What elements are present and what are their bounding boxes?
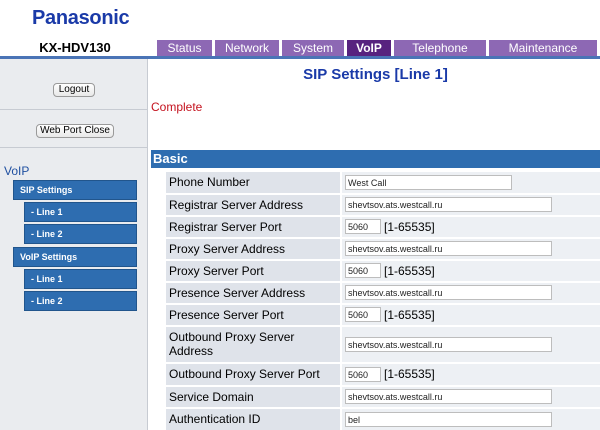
outbound-proxy-server-address-field[interactable]	[345, 337, 552, 352]
port-range-hint: [1-65535]	[384, 367, 435, 381]
sidebar-item-sip-line-2[interactable]: - Line 2	[24, 224, 137, 244]
sidebar-item-voip-line-2[interactable]: - Line 2	[24, 291, 137, 311]
field-label: Proxy Server Port	[166, 261, 340, 281]
row-registrar-address: Registrar Server Address	[166, 195, 600, 215]
field-label: Presence Server Port	[166, 305, 340, 325]
sidebar-item-voip-line-1[interactable]: - Line 1	[24, 269, 137, 289]
field-label: Authentication ID	[166, 409, 340, 430]
authentication-id-field[interactable]	[345, 412, 552, 427]
proxy-server-port-field[interactable]	[345, 263, 381, 278]
field-label: Registrar Server Port	[166, 217, 340, 237]
model-name: KX-HDV130	[39, 40, 111, 55]
registrar-server-address-field[interactable]	[345, 197, 552, 212]
port-range-hint: [1-65535]	[384, 220, 435, 234]
status-message: Complete	[151, 100, 203, 114]
row-presence-address: Presence Server Address	[166, 283, 600, 303]
row-outbound-proxy-address: Outbound Proxy Server Address	[166, 327, 600, 362]
row-authentication-id: Authentication ID	[166, 409, 600, 430]
field-label: Outbound Proxy Server Address	[166, 327, 340, 362]
field-label: Registrar Server Address	[166, 195, 340, 215]
sidebar-section-voip: VoIP	[4, 164, 30, 178]
tab-system[interactable]: System	[282, 40, 344, 56]
sidebar-divider	[0, 109, 148, 110]
tab-network[interactable]: Network	[215, 40, 279, 56]
tab-telephone[interactable]: Telephone	[394, 40, 486, 56]
port-range-hint: [1-65535]	[384, 308, 435, 322]
field-label: Phone Number	[166, 172, 340, 193]
phone-number-field[interactable]	[345, 175, 512, 190]
sidebar-item-sip-line-1[interactable]: - Line 1	[24, 202, 137, 222]
outbound-proxy-server-port-field[interactable]	[345, 367, 381, 382]
row-proxy-port: Proxy Server Port [1-65535]	[166, 261, 600, 281]
proxy-server-address-field[interactable]	[345, 241, 552, 256]
tab-maintenance[interactable]: Maintenance	[489, 40, 597, 56]
tab-status[interactable]: Status	[157, 40, 212, 56]
row-outbound-proxy-port: Outbound Proxy Server Port [1-65535]	[166, 364, 600, 385]
presence-server-port-field[interactable]	[345, 307, 381, 322]
presence-server-address-field[interactable]	[345, 285, 552, 300]
main-tabs: Status Network System VoIP Telephone Mai…	[157, 40, 600, 56]
brand-logo: Panasonic	[32, 7, 130, 29]
row-registrar-port: Registrar Server Port [1-65535]	[166, 217, 600, 237]
field-label: Outbound Proxy Server Port	[166, 364, 340, 385]
row-presence-port: Presence Server Port [1-65535]	[166, 305, 600, 325]
sidebar-item-sip-settings[interactable]: SIP Settings	[13, 180, 137, 200]
logout-button[interactable]: Logout	[53, 83, 95, 97]
row-service-domain: Service Domain	[166, 387, 600, 407]
row-proxy-address: Proxy Server Address	[166, 239, 600, 259]
sidebar-divider	[0, 147, 148, 148]
registrar-server-port-field[interactable]	[345, 219, 381, 234]
sidebar-item-voip-settings[interactable]: VoIP Settings	[13, 247, 137, 267]
section-header-basic: Basic	[151, 150, 600, 168]
tab-voip[interactable]: VoIP	[347, 40, 391, 56]
port-range-hint: [1-65535]	[384, 264, 435, 278]
field-label: Presence Server Address	[166, 283, 340, 303]
row-phone-number: Phone Number	[166, 172, 600, 193]
service-domain-field[interactable]	[345, 389, 552, 404]
page-title: SIP Settings [Line 1]	[303, 66, 448, 83]
web-port-close-button[interactable]: Web Port Close	[36, 124, 114, 138]
field-label: Proxy Server Address	[166, 239, 340, 259]
sidebar: Logout Web Port Close VoIP SIP Settings …	[0, 59, 148, 430]
field-label: Service Domain	[166, 387, 340, 407]
